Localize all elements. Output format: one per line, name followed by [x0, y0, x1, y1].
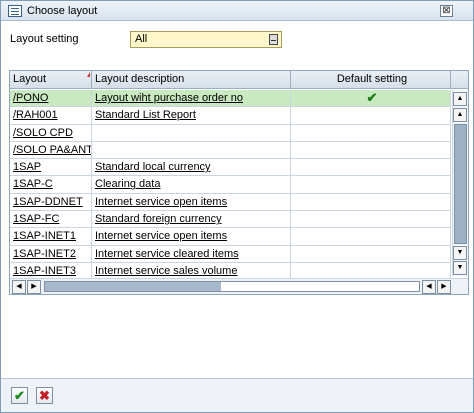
default-cell — [291, 228, 451, 246]
sort-indicator-icon — [87, 72, 90, 77]
horizontal-scrollbar[interactable]: ◀ ▶ ◀ ▶ — [10, 278, 468, 294]
default-cell — [291, 245, 451, 263]
table-row[interactable]: 1SAP-C Clearing data — [10, 176, 451, 194]
scroll-page-down-button[interactable]: ▼ — [453, 246, 467, 260]
scroll-up-button[interactable]: ▲ — [453, 92, 467, 106]
layout-table: Layout Layout description Default settin… — [9, 70, 469, 295]
scroll-page-up-button[interactable]: ▲ — [453, 108, 467, 122]
description-cell[interactable]: Layout wiht purchase order no — [92, 90, 291, 107]
title-bar: Choose layout ⊠ — [1, 1, 473, 21]
dialog-body: Layout setting All Layout Layout descrip… — [1, 22, 473, 377]
dropdown-list-icon[interactable] — [269, 34, 278, 45]
table-row[interactable]: /SOLO PA&ANT — [10, 141, 451, 160]
layout-cell[interactable]: /PONO — [10, 90, 92, 107]
table-body: /PONO Layout wiht purchase order no ✔ /R… — [10, 90, 451, 281]
description-cell[interactable] — [92, 141, 291, 159]
default-cell — [291, 211, 451, 229]
column-header-description[interactable]: Layout description — [92, 71, 291, 89]
description-cell[interactable]: Internet service open items — [92, 228, 291, 246]
dialog-footer: ✔ ✖ — [1, 378, 473, 412]
cancel-button[interactable]: ✖ — [36, 387, 53, 404]
table-row[interactable]: 1SAP-DDNET Internet service open items — [10, 193, 451, 212]
scroll-right-button[interactable]: ▶ — [437, 280, 451, 294]
description-cell[interactable] — [92, 124, 291, 142]
default-cell — [291, 159, 451, 177]
scroll-down-button[interactable]: ▼ — [453, 261, 467, 275]
layout-setting-dropdown[interactable]: All — [130, 31, 282, 48]
table-row[interactable]: 1SAP-INET1 Internet service open items — [10, 228, 451, 246]
layout-setting-label: Layout setting — [10, 33, 79, 45]
layout-cell[interactable]: 1SAP — [10, 159, 92, 177]
layout-cell[interactable]: 1SAP-INET2 — [10, 245, 92, 263]
table-row[interactable]: 1SAP-INET2 Internet service cleared item… — [10, 245, 451, 263]
description-cell[interactable]: Internet service cleared items — [92, 245, 291, 263]
default-cell — [291, 124, 451, 142]
default-cell — [291, 107, 451, 125]
horizontal-scroll-track[interactable] — [44, 281, 420, 292]
choose-layout-dialog: Choose layout ⊠ Layout setting All Layou… — [0, 0, 474, 413]
description-cell[interactable]: Standard List Report — [92, 107, 291, 125]
table-row[interactable]: /SOLO CPD — [10, 124, 451, 142]
close-button[interactable]: ⊠ — [440, 5, 453, 17]
layout-setting-value: All — [135, 33, 148, 45]
description-cell[interactable]: Standard foreign currency — [92, 211, 291, 229]
vertical-scroll-thumb[interactable] — [454, 124, 467, 244]
default-check-icon: ✔ — [291, 90, 451, 107]
table-row[interactable]: 1SAP-FC Standard foreign currency — [10, 211, 451, 229]
layout-setting-row: Layout setting All — [10, 31, 282, 48]
layout-cell[interactable]: /SOLO PA&ANT — [10, 141, 92, 159]
column-header-default-setting[interactable]: Default setting — [291, 71, 451, 89]
default-cell — [291, 193, 451, 211]
layout-cell[interactable]: /SOLO CPD — [10, 124, 92, 142]
description-cell[interactable]: Clearing data — [92, 176, 291, 194]
description-cell[interactable]: Standard local currency — [92, 159, 291, 177]
default-cell — [291, 176, 451, 194]
confirm-check-button[interactable]: ✔ — [11, 387, 28, 404]
scroll-right-small-button[interactable]: ▶ — [27, 280, 41, 294]
table-header: Layout Layout description Default settin… — [10, 71, 468, 89]
description-cell[interactable]: Internet service open items — [92, 193, 291, 211]
scroll-left-end-button[interactable]: ◀ — [422, 280, 436, 294]
dialog-title: Choose layout — [27, 4, 98, 17]
table-row[interactable]: 1SAP Standard local currency — [10, 159, 451, 177]
scroll-left-button[interactable]: ◀ — [12, 280, 26, 294]
layout-cell[interactable]: /RAH001 — [10, 107, 92, 125]
layout-cell[interactable]: 1SAP-INET1 — [10, 228, 92, 246]
layout-cell[interactable]: 1SAP-FC — [10, 211, 92, 229]
vertical-scrollbar[interactable]: ▲ ▲ ▼ ▼ — [452, 90, 468, 276]
layout-cell[interactable]: 1SAP-C — [10, 176, 92, 194]
horizontal-scroll-thumb[interactable] — [45, 282, 221, 291]
default-cell — [291, 141, 451, 159]
layout-cell[interactable]: 1SAP-DDNET — [10, 193, 92, 211]
table-row[interactable]: /PONO Layout wiht purchase order no ✔ — [10, 90, 451, 108]
list-layout-icon — [8, 4, 22, 17]
table-row[interactable]: /RAH001 Standard List Report — [10, 107, 451, 125]
column-header-layout[interactable]: Layout — [10, 71, 92, 89]
